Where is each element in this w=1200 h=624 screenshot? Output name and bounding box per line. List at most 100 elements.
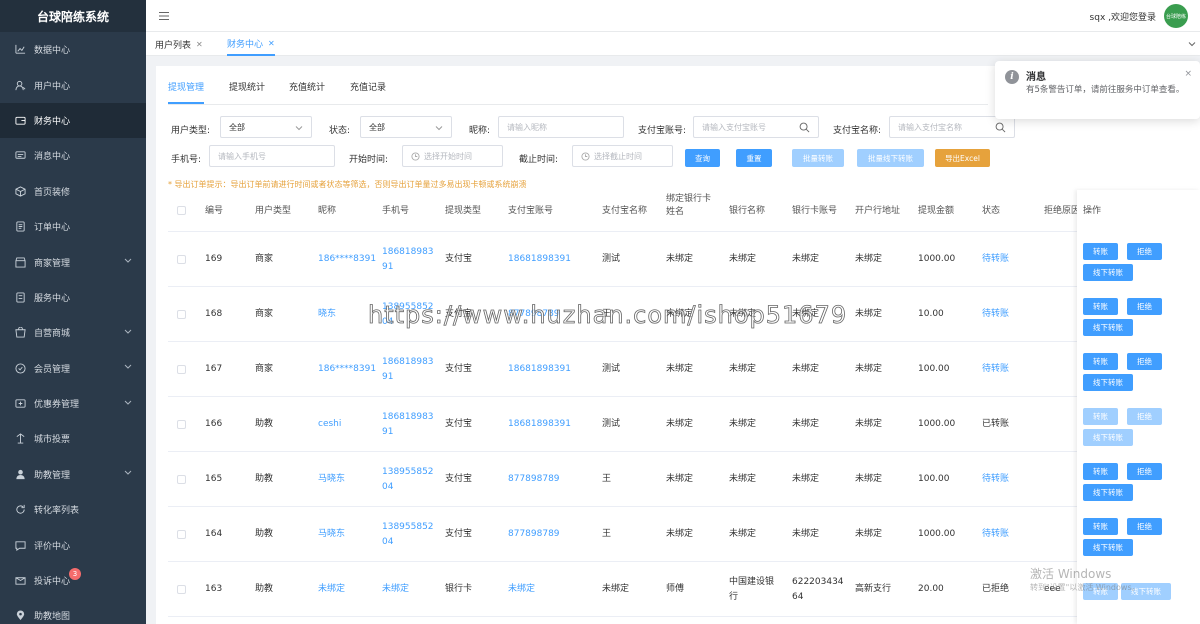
cell-status[interactable]: 待转账 xyxy=(982,362,1009,377)
search-icon[interactable] xyxy=(799,122,810,133)
cell-phone[interactable]: 18681898391 xyxy=(382,410,434,440)
sidebar-item[interactable]: 数据中心 xyxy=(0,32,146,67)
nickname-input[interactable]: 请输入昵称 xyxy=(498,116,624,138)
cell-phone[interactable]: 18681898391 xyxy=(382,245,434,275)
cell-account[interactable]: 877898789 xyxy=(508,472,560,487)
row-checkbox[interactable] xyxy=(177,310,186,319)
query-button[interactable]: 查询 xyxy=(685,149,720,167)
sidebar-item[interactable]: 财务中心 xyxy=(0,102,146,139)
cell-nick[interactable]: 未绑定 xyxy=(318,582,345,597)
reject-button[interactable]: 拒绝 xyxy=(1127,353,1162,370)
chevron-down-icon xyxy=(124,469,132,480)
phone-input[interactable]: 请输入手机号 xyxy=(209,145,335,167)
cell-bank: 未绑定 xyxy=(729,474,757,484)
transfer-button[interactable]: 转账 xyxy=(1083,298,1118,315)
row-checkbox[interactable] xyxy=(177,255,186,264)
tab-finance-center[interactable]: 财务中心 ✕ xyxy=(227,32,275,56)
cell-status[interactable]: 待转账 xyxy=(982,307,1009,322)
status-select[interactable]: 全部 xyxy=(360,116,452,138)
sidebar-item[interactable]: 消息中心 xyxy=(0,138,146,173)
close-icon[interactable]: ✕ xyxy=(268,39,275,48)
cell-phone[interactable]: 未绑定 xyxy=(382,582,434,597)
reject-button[interactable]: 拒绝 xyxy=(1127,463,1162,480)
sidebar-item[interactable]: 城市投票 xyxy=(0,421,146,456)
sidebar-item[interactable]: 商家管理 xyxy=(0,244,146,279)
subtab-withdraw-manage[interactable]: 提现管理 xyxy=(168,80,205,104)
batch-offline-transfer-button[interactable]: 批量线下转账 xyxy=(857,149,924,167)
transfer-button[interactable]: 转账 xyxy=(1083,353,1118,370)
cell-nick[interactable]: 186****8391 xyxy=(318,362,376,377)
cell-account[interactable]: 未绑定 xyxy=(508,582,535,597)
avatar[interactable]: 台球陪练 xyxy=(1164,4,1188,28)
row-checkbox[interactable] xyxy=(177,365,186,374)
offline-transfer-button[interactable]: 线下转账 xyxy=(1083,319,1133,336)
sidebar-item[interactable]: 服务中心 xyxy=(0,280,146,315)
sidebar-item[interactable]: 优惠券管理 xyxy=(0,386,146,421)
cell-status[interactable]: 待转账 xyxy=(982,252,1009,267)
search-icon[interactable] xyxy=(995,122,1006,133)
subtab-recharge-records[interactable]: 充值记录 xyxy=(350,80,386,104)
alipay-account-input[interactable]: 请输入支付宝账号 xyxy=(693,116,819,138)
col-nickname: 昵称 xyxy=(318,206,337,216)
sidebar-item[interactable]: 转化率列表 xyxy=(0,492,146,527)
transfer-button[interactable]: 转账 xyxy=(1083,243,1118,260)
offline-transfer-button[interactable]: 线下转账 xyxy=(1083,429,1133,446)
windows-activation-hint: 转到"设置"以激活 Windows。 xyxy=(1030,583,1140,592)
subtab-recharge-stats[interactable]: 充值统计 xyxy=(289,80,325,104)
cell-nick[interactable]: 马晓东 xyxy=(318,472,345,487)
reject-button[interactable]: 拒绝 xyxy=(1127,408,1162,425)
reject-button[interactable]: 拒绝 xyxy=(1127,243,1162,260)
sidebar-item[interactable]: 评价中心 xyxy=(0,527,146,562)
sidebar-item[interactable]: 助教管理 xyxy=(0,457,146,492)
export-excel-button[interactable]: 导出Excel xyxy=(935,149,990,167)
nickname-label: 昵称: xyxy=(469,126,491,136)
cell-nick[interactable]: 186****8391 xyxy=(318,252,376,267)
sidebar-item[interactable]: 投诉中心 3 xyxy=(0,563,146,598)
cell-account[interactable]: 18681898391 xyxy=(508,362,571,377)
offline-transfer-button[interactable]: 线下转账 xyxy=(1083,484,1133,501)
cell-account[interactable]: 18681898391 xyxy=(508,252,571,267)
sidebar-item[interactable]: 首页装修 xyxy=(0,174,146,209)
reject-button[interactable]: 拒绝 xyxy=(1127,518,1162,535)
select-all-checkbox[interactable] xyxy=(177,206,186,215)
start-time-picker[interactable]: 选择开始时间 xyxy=(402,145,503,167)
transfer-button[interactable]: 转账 xyxy=(1083,463,1118,480)
close-icon[interactable]: ✕ xyxy=(196,40,203,49)
reject-button[interactable]: 拒绝 xyxy=(1127,298,1162,315)
cell-account[interactable]: 877898789 xyxy=(508,527,560,542)
cell-status[interactable]: 待转账 xyxy=(982,527,1009,542)
batch-transfer-button[interactable]: 批量转账 xyxy=(792,149,844,167)
sidebar-item[interactable]: 会员管理 xyxy=(0,351,146,386)
row-checkbox[interactable] xyxy=(177,475,186,484)
tab-user-list[interactable]: 用户列表 ✕ xyxy=(155,32,203,56)
transfer-button[interactable]: 转账 xyxy=(1083,518,1118,535)
cell-phone[interactable]: 13895585204 xyxy=(382,465,434,495)
end-time-picker[interactable]: 选择截止时间 xyxy=(572,145,673,167)
cell-bank: 未绑定 xyxy=(729,364,757,374)
cell-phone[interactable]: 18681898391 xyxy=(382,355,434,385)
close-icon[interactable]: × xyxy=(1184,69,1192,79)
cell-account[interactable]: 18681898391 xyxy=(508,417,571,432)
cell-nick[interactable]: ceshi xyxy=(318,417,341,432)
cell-nick[interactable]: 晓东 xyxy=(318,307,336,322)
subtab-withdraw-stats[interactable]: 提现统计 xyxy=(229,80,265,104)
offline-transfer-button[interactable]: 线下转账 xyxy=(1083,539,1133,556)
sidebar-item[interactable]: 用户中心 xyxy=(0,67,146,102)
sidebar-item[interactable]: 订单中心 xyxy=(0,209,146,244)
sidebar-item[interactable]: 自营商城 xyxy=(0,315,146,350)
menu-toggle-icon[interactable] xyxy=(158,10,170,22)
cell-phone[interactable]: 13895585204 xyxy=(382,520,434,550)
offline-transfer-button[interactable]: 线下转账 xyxy=(1083,264,1133,281)
alipay-name-input[interactable]: 请输入支付宝名称 xyxy=(889,116,1015,138)
row-checkbox[interactable] xyxy=(177,420,186,429)
row-checkbox[interactable] xyxy=(177,530,186,539)
transfer-button[interactable]: 转账 xyxy=(1083,408,1118,425)
cell-status[interactable]: 待转账 xyxy=(982,472,1009,487)
row-checkbox[interactable] xyxy=(177,585,186,594)
offline-transfer-button[interactable]: 线下转账 xyxy=(1083,374,1133,391)
sidebar-item[interactable]: 助教地图 xyxy=(0,598,146,624)
reset-button[interactable]: 重置 xyxy=(736,149,772,167)
user-type-select[interactable]: 全部 xyxy=(220,116,312,138)
chevron-down-icon[interactable] xyxy=(1188,40,1196,48)
cell-nick[interactable]: 马晓东 xyxy=(318,527,345,542)
